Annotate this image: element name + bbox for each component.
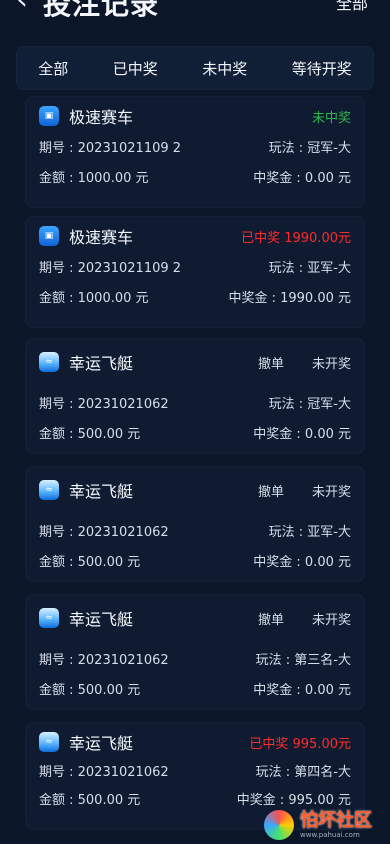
game-name: ≈ 幸运飞艇 (39, 478, 133, 502)
bet-amount: 金额 : 1000.00 元 (39, 170, 149, 186)
status-badge: 未中奖 (311, 110, 351, 126)
tab-won[interactable]: 已中奖 (107, 58, 164, 79)
status-badge: 已中奖 995.00元 (249, 736, 351, 752)
issue-number: 期号 : 20231021062 (39, 524, 169, 540)
car-icon: ▣ (39, 106, 59, 126)
play-type: 玩法 : 第四名-大 (255, 764, 351, 780)
prize-amount: 中奖金 : 1990.00 元 (228, 290, 351, 306)
bet-amount: 金额 : 1000.00 元 (39, 290, 149, 306)
watermark: 怕坏社区 www.pahuai.com (264, 806, 390, 844)
boat-icon: ≈ (39, 352, 59, 372)
boat-icon: ≈ (39, 608, 59, 628)
play-type: 玩法 : 亚军-大 (268, 260, 351, 276)
prize-amount: 中奖金 : 0.00 元 (253, 554, 351, 570)
game-name: ≈ 幸运飞艇 (39, 730, 133, 754)
bet-amount: 金额 : 500.00 元 (39, 426, 141, 442)
issue-number: 期号 : 20231021062 (39, 652, 169, 668)
prize-amount: 中奖金 : 0.00 元 (253, 682, 351, 698)
tab-all[interactable]: 全部 (32, 58, 74, 79)
game-name: ≈ 幸运飞艇 (39, 606, 133, 630)
issue-number: 期号 : 20231021062 (39, 396, 169, 412)
cancel-bet-button[interactable]: 撤单 (258, 609, 284, 628)
tab-pending[interactable]: 等待开奖 (286, 58, 358, 79)
status-badge: 未开奖 (311, 356, 351, 372)
bet-amount: 金额 : 500.00 元 (39, 554, 141, 570)
play-type: 玩法 : 亚军-大 (268, 524, 351, 540)
issue-number: 期号 : 20231021062 (39, 764, 169, 780)
bet-record-card[interactable]: ≈ 幸运飞艇 撤单 未开奖 期号 : 20231021062 玩法 : 亚军-大… (25, 466, 365, 582)
game-name: ▣ 极速赛车 (39, 224, 133, 248)
status-badge: 未开奖 (311, 612, 351, 628)
issue-number: 期号 : 20231021109 2 (39, 140, 182, 156)
play-type: 玩法 : 第三名-大 (255, 652, 351, 668)
boat-icon: ≈ (39, 480, 59, 500)
prize-amount: 中奖金 : 0.00 元 (253, 170, 351, 186)
cancel-bet-button[interactable]: 撤单 (258, 481, 284, 500)
bet-record-card[interactable]: ▣ 极速赛车 已中奖 1990.00元 期号 : 20231021109 2 玩… (25, 216, 365, 328)
cancel-bet-button[interactable]: 撤单 (258, 353, 284, 372)
bet-record-card[interactable]: ▣ 极速赛车 未中奖 期号 : 20231021109 2 玩法 : 冠军-大 … (25, 96, 365, 208)
bet-record-card[interactable]: ≈ 幸运飞艇 撤单 未开奖 期号 : 20231021062 玩法 : 冠军-大… (25, 338, 365, 454)
prize-amount: 中奖金 : 995.00 元 (236, 792, 351, 808)
status-badge: 未开奖 (311, 484, 351, 500)
play-type: 玩法 : 冠军-大 (268, 140, 351, 156)
top-bar: ‹ 投注记录 全部 (0, 0, 390, 40)
issue-number: 期号 : 20231021109 2 (39, 260, 182, 276)
game-name: ≈ 幸运飞艇 (39, 350, 133, 374)
bet-amount: 金额 : 500.00 元 (39, 682, 141, 698)
page-title: 投注记录 (43, 0, 160, 21)
boat-icon: ≈ (39, 732, 59, 752)
watermark-url: www.pahuai.com (300, 830, 360, 839)
game-name: ▣ 极速赛车 (39, 104, 133, 128)
bet-record-card[interactable]: ≈ 幸运飞艇 撤单 未开奖 期号 : 20231021062 玩法 : 第三名-… (25, 594, 365, 710)
tab-lost[interactable]: 未中奖 (196, 58, 253, 79)
status-badge: 已中奖 1990.00元 (241, 230, 351, 246)
bet-amount: 金额 : 500.00 元 (39, 792, 141, 808)
filter-dropdown[interactable]: 全部 (336, 0, 368, 14)
watermark-logo-icon (264, 810, 294, 840)
watermark-title: 怕坏社区 (300, 809, 372, 831)
play-type: 玩法 : 冠军-大 (268, 396, 351, 412)
back-icon[interactable]: ‹ (16, 0, 28, 17)
record-tabs: 全部 已中奖 未中奖 等待开奖 (16, 46, 374, 90)
prize-amount: 中奖金 : 0.00 元 (253, 426, 351, 442)
car-icon: ▣ (39, 226, 59, 246)
